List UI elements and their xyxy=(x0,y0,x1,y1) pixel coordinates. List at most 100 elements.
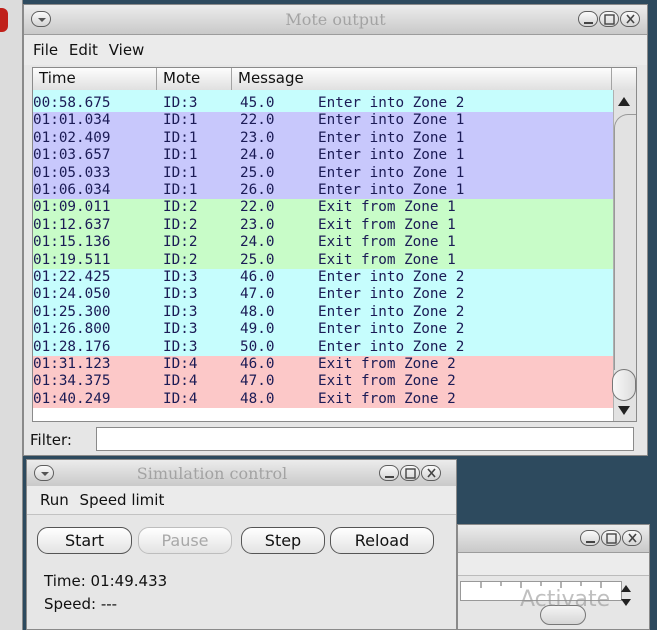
scroll-down-icon[interactable] xyxy=(618,406,630,415)
scroll-track[interactable] xyxy=(614,114,636,370)
close-icon[interactable] xyxy=(620,11,640,27)
cell-mote: ID:1 xyxy=(163,164,198,181)
background-window-titlebar[interactable] xyxy=(458,525,649,553)
table-row[interactable]: 01:25.300 ID:3 48.0 Enter into Zone 2 xyxy=(33,303,613,322)
bg-scroll-up-icon[interactable] xyxy=(621,585,631,592)
bg-scroll-down-icon[interactable] xyxy=(621,599,631,606)
cell-mote: ID:1 xyxy=(163,129,198,146)
cell-value: 24.0 xyxy=(240,234,275,251)
cell-message: Enter into Zone 1 xyxy=(318,182,465,198)
table-row[interactable]: 01:09.011 ID:2 22.0 Exit from Zone 1 xyxy=(33,199,613,217)
table-row[interactable]: 01:28.176 ID:3 50.0 Enter into Zone 2 xyxy=(33,338,613,356)
menu-view[interactable]: View xyxy=(109,35,145,65)
sim-close-icon[interactable] xyxy=(421,465,441,481)
table-row[interactable]: 01:05.033 ID:1 25.0 Enter into Zone 1 xyxy=(33,164,613,182)
simulation-menubar: Run Speed limit xyxy=(27,486,456,514)
bg-window-bar xyxy=(458,553,649,576)
cell-time: 01:28.176 xyxy=(33,338,111,355)
cell-message: Enter into Zone 1 xyxy=(318,147,465,164)
mote-output-menubar: File Edit View xyxy=(24,35,647,65)
cell-mote: ID:4 xyxy=(163,356,198,372)
menu-file[interactable]: File xyxy=(33,35,58,65)
cell-mote: ID:2 xyxy=(163,234,198,251)
table-row[interactable]: 01:22.425 ID:3 46.0 Enter into Zone 2 xyxy=(33,269,613,287)
cell-mote: ID:1 xyxy=(163,182,198,198)
cell-value: 24.0 xyxy=(240,147,275,164)
cell-message: Enter into Zone 1 xyxy=(318,112,465,129)
cell-value: 45.0 xyxy=(240,95,275,111)
step-button[interactable]: Step xyxy=(241,527,325,554)
mote-output-titlebar[interactable]: Mote output xyxy=(24,5,647,35)
table-row[interactable]: 01:24.050 ID:3 47.0 Enter into Zone 2 xyxy=(33,286,613,304)
cell-time: 01:31.123 xyxy=(33,356,111,372)
cell-message: Exit from Zone 2 xyxy=(318,373,456,390)
simulation-time: Time: 01:49.433 xyxy=(44,572,168,590)
cell-value: 50.0 xyxy=(240,338,275,355)
activate-watermark: Activate xyxy=(520,587,611,612)
start-button[interactable]: Start xyxy=(37,527,132,554)
cell-mote: ID:3 xyxy=(163,269,198,285)
scroll-up-icon[interactable] xyxy=(618,97,630,106)
cell-mote: ID:2 xyxy=(163,216,198,233)
bg-maximize-icon[interactable] xyxy=(601,530,621,546)
simulation-control-window: Simulation control Run Speed limit Start… xyxy=(26,459,457,630)
column-header-message[interactable]: Message xyxy=(232,68,612,90)
menu-edit[interactable]: Edit xyxy=(69,35,98,65)
cell-message: Exit from Zone 2 xyxy=(318,390,456,407)
cell-value: 22.0 xyxy=(240,199,275,216)
cell-message: Enter into Zone 2 xyxy=(318,95,465,111)
cell-value: 25.0 xyxy=(240,251,275,268)
cell-time: 01:40.249 xyxy=(33,390,111,407)
table-row[interactable]: 01:15.136 ID:2 24.0 Exit from Zone 1 xyxy=(33,234,613,252)
scroll-thumb[interactable] xyxy=(612,369,636,401)
menu-speed-limit[interactable]: Speed limit xyxy=(80,486,165,514)
table-row[interactable]: 01:31.123 ID:4 46.0 Exit from Zone 2 xyxy=(33,356,613,374)
cell-value: 48.0 xyxy=(240,390,275,407)
cell-mote: ID:3 xyxy=(163,286,198,303)
cell-value: 25.0 xyxy=(240,164,275,181)
filter-input[interactable] xyxy=(96,427,634,451)
table-row[interactable]: 01:19.511 ID:2 25.0 Exit from Zone 1 xyxy=(33,251,613,269)
table-row[interactable]: 01:40.249 ID:4 48.0 Exit from Zone 2 xyxy=(33,390,613,409)
cell-value: 47.0 xyxy=(240,373,275,390)
table-row[interactable]: 01:02.409 ID:1 23.0 Enter into Zone 1 xyxy=(33,129,613,148)
log-table-header: Time Mote Message xyxy=(33,68,636,91)
maximize-icon[interactable] xyxy=(599,11,619,27)
table-row[interactable]: 01:12.637 ID:2 23.0 Exit from Zone 1 xyxy=(33,216,613,235)
cell-value: 23.0 xyxy=(240,216,275,233)
simulation-speed: Speed: --- xyxy=(44,595,118,613)
table-row[interactable]: 01:26.800 ID:3 49.0 Enter into Zone 2 xyxy=(33,321,613,339)
table-row[interactable]: 01:34.375 ID:4 47.0 Exit from Zone 2 xyxy=(33,373,613,391)
column-header-time[interactable]: Time xyxy=(33,68,157,90)
table-row[interactable]: 01:03.657 ID:1 24.0 Enter into Zone 1 xyxy=(33,147,613,165)
cell-mote: ID:4 xyxy=(163,390,198,407)
cell-message: Exit from Zone 1 xyxy=(318,251,456,268)
simulation-control-titlebar[interactable]: Simulation control xyxy=(27,460,456,487)
bg-minimize-icon[interactable] xyxy=(580,530,600,546)
column-header-mote[interactable]: Mote xyxy=(157,68,232,90)
pause-button[interactable]: Pause xyxy=(138,527,232,554)
table-row[interactable]: 00:58.675 ID:3 45.0 Enter into Zone 2 xyxy=(33,95,613,113)
vertical-scrollbar[interactable] xyxy=(612,90,636,421)
cell-value: 46.0 xyxy=(240,269,275,285)
sim-maximize-icon[interactable] xyxy=(400,465,420,481)
minimize-icon[interactable] xyxy=(578,11,598,27)
menu-run[interactable]: Run xyxy=(40,486,69,514)
bg-close-icon[interactable] xyxy=(622,530,642,546)
cell-mote: ID:1 xyxy=(163,112,198,129)
table-row[interactable]: 01:06.034 ID:1 26.0 Enter into Zone 1 xyxy=(33,182,613,200)
reload-button[interactable]: Reload xyxy=(330,527,434,554)
log-table: Time Mote Message 00:58.675 ID:3 45.0 Enter… xyxy=(32,67,637,422)
filter-label: Filter: xyxy=(30,431,72,449)
cell-message: Enter into Zone 2 xyxy=(318,269,465,285)
cell-mote: ID:3 xyxy=(163,321,198,338)
cell-time: 01:05.033 xyxy=(33,164,111,181)
cell-message: Enter into Zone 2 xyxy=(318,303,465,320)
sim-minimize-icon[interactable] xyxy=(379,465,399,481)
cell-mote: ID:3 xyxy=(163,338,198,355)
cell-mote: ID:3 xyxy=(163,95,198,111)
cell-value: 48.0 xyxy=(240,303,275,320)
cell-message: Exit from Zone 1 xyxy=(318,234,456,251)
cell-time: 01:09.011 xyxy=(33,199,111,216)
table-row[interactable]: 01:01.034 ID:1 22.0 Enter into Zone 1 xyxy=(33,112,613,130)
